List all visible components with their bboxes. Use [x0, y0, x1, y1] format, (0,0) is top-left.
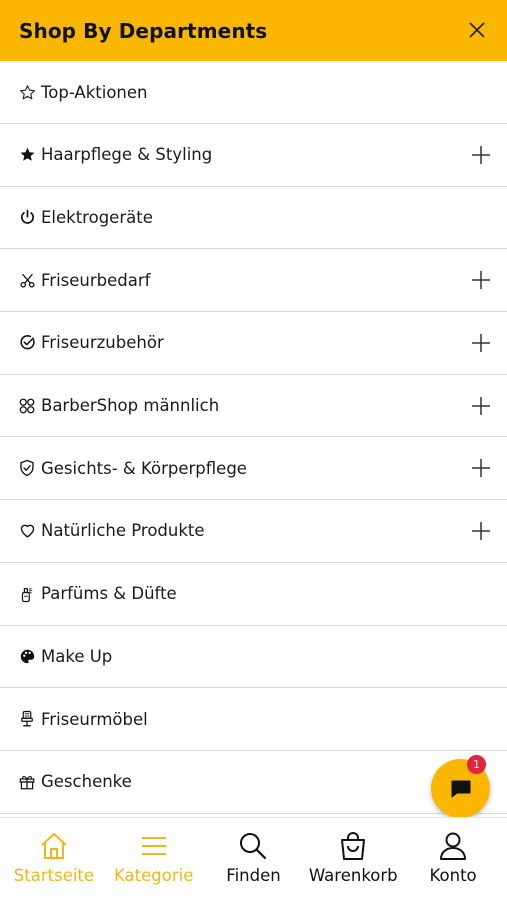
menu-item-label: Friseurzubehör [41, 333, 164, 353]
nav-label: Konto [429, 866, 477, 885]
department-menu: Top-Aktionen Haarpflege & Styling Elektr… [0, 79, 507, 814]
shield-check-icon [18, 459, 36, 477]
scissors-icon [18, 271, 36, 289]
nav-label: Finden [226, 866, 281, 885]
menu-item-label: BarberShop männlich [41, 396, 220, 416]
menu-item-elektrogeraete[interactable]: Elektrogeräte [0, 187, 507, 250]
nav-warenkorb[interactable]: Warenkorb [303, 818, 403, 900]
menu-item-parfuems-duefte[interactable]: Parfüms & Düfte [0, 563, 507, 626]
nav-konto[interactable]: Konto [403, 818, 503, 900]
menu-item-label: Top-Aktionen [41, 83, 148, 102]
menu-item-friseurmoebel[interactable]: Friseurmöbel [0, 688, 507, 751]
menu-item-label: Gesichts- & Körperpflege [41, 458, 247, 478]
bottom-navigation: Startseite Kategorie Finden Warenkorb Ko… [0, 817, 507, 900]
nav-label: Kategorie [114, 866, 194, 885]
menu-item-friseurbedarf[interactable]: Friseurbedarf [0, 249, 507, 313]
menu-item-label: Make Up [41, 646, 113, 666]
expand-plus-icon[interactable] [471, 396, 491, 416]
expand-plus-icon[interactable] [471, 145, 491, 165]
expand-plus-icon[interactable] [471, 270, 491, 290]
nav-kategorie[interactable]: Kategorie [104, 818, 204, 900]
expand-plus-icon[interactable] [471, 521, 491, 541]
chat-notification-badge: 1 [467, 755, 486, 774]
heart-icon [18, 522, 36, 540]
user-icon [440, 832, 467, 860]
star-outline-icon [18, 84, 36, 102]
menu-item-make-up[interactable]: Make Up [0, 626, 507, 689]
gift-icon [18, 773, 36, 791]
menu-item-friseurzubehoer[interactable]: Friseurzubehör [0, 312, 507, 375]
spray-bottle-icon [18, 585, 36, 603]
expand-plus-icon[interactable] [471, 458, 491, 478]
barber-chair-icon [18, 710, 36, 728]
close-icon [469, 22, 485, 38]
nav-finden[interactable]: Finden [204, 818, 304, 900]
power-icon [18, 209, 36, 227]
chat-bubble-icon [451, 780, 470, 797]
menu-item-label: Geschenke [41, 772, 132, 792]
nav-startseite[interactable]: Startseite [4, 818, 104, 900]
menu-item-natuerliche-produkte[interactable]: Natürliche Produkte [0, 500, 507, 563]
menu-item-label: Friseurbedarf [41, 270, 151, 290]
menu-icon [141, 837, 166, 855]
nav-label: Startseite [13, 866, 95, 885]
bag-icon [341, 832, 366, 860]
menu-item-label: Haarpflege & Styling [41, 145, 213, 165]
menu-item-gesichts-koerperpflege[interactable]: Gesichts- & Körperpflege [0, 437, 507, 501]
flower-icon [18, 397, 36, 415]
palette-icon [18, 647, 36, 665]
menu-item-label: Parfüms & Düfte [41, 584, 177, 604]
menu-item-haarpflege-styling[interactable]: Haarpflege & Styling [0, 124, 507, 187]
menu-item-label: Natürliche Produkte [41, 521, 205, 541]
nav-label: Warenkorb [308, 866, 398, 885]
menu-item-label: Elektrogeräte [41, 208, 153, 228]
menu-item-top-aktionen[interactable]: Top-Aktionen [0, 62, 507, 124]
menu-item-label: Friseurmöbel [41, 709, 148, 729]
home-icon [41, 833, 67, 859]
page-title: Shop By Departments [19, 18, 268, 43]
expand-plus-icon[interactable] [471, 333, 491, 353]
header-bar: Shop By Departments [0, 0, 507, 61]
close-button[interactable] [463, 16, 491, 44]
menu-item-barbershop-maennlich[interactable]: BarberShop männlich [0, 375, 507, 438]
search-icon [240, 833, 267, 860]
check-circle-icon [18, 334, 36, 352]
star-filled-icon [18, 146, 36, 164]
